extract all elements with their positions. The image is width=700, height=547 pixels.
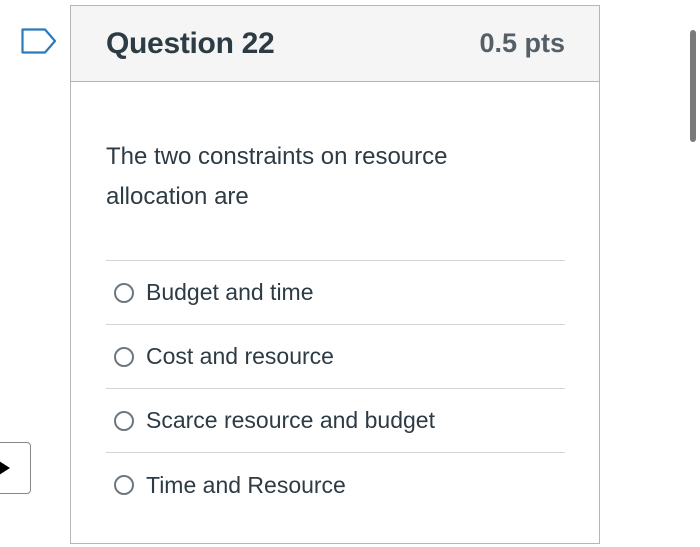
quiz-page: Question 22 0.5 pts The two constraints …: [0, 0, 700, 547]
flag-icon[interactable]: [21, 28, 57, 54]
play-icon: [0, 461, 10, 475]
question-points: 0.5 pts: [479, 28, 565, 58]
scrollbar[interactable]: [688, 0, 700, 547]
answer-label: Scarce resource and budget: [146, 407, 435, 433]
radio-button[interactable]: [114, 410, 134, 431]
radio-button[interactable]: [114, 475, 134, 495]
answer-option[interactable]: Time and Resource: [106, 453, 565, 517]
answer-option[interactable]: Scarce resource and budget: [106, 389, 565, 453]
side-toggle-button[interactable]: [0, 442, 31, 494]
answer-label: Cost and resource: [146, 343, 334, 369]
question-text: The two constraints on resource allocati…: [106, 143, 448, 210]
answer-option[interactable]: Cost and resource: [106, 325, 565, 389]
answer-option[interactable]: Budget and time: [106, 261, 565, 325]
question-title: Question 22: [106, 26, 275, 60]
radio-button[interactable]: [114, 346, 134, 367]
scrollbar-thumb[interactable]: [690, 30, 696, 142]
answer-label: Time and Resource: [146, 471, 346, 498]
question-body: The two constraints on resource allocati…: [71, 137, 599, 517]
answer-list: Budget and time Cost and resource Scarce…: [106, 260, 565, 517]
question-header: Question 22 0.5 pts: [71, 6, 599, 82]
answer-label: Budget and time: [146, 279, 314, 305]
radio-button[interactable]: [114, 282, 134, 303]
question-card: Question 22 0.5 pts The two constraints …: [70, 5, 600, 544]
